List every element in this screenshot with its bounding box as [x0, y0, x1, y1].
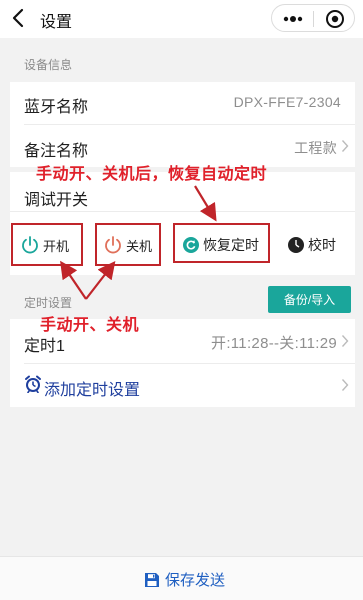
- arrow-to-restore-timer: [194, 185, 217, 222]
- annotation-text-top: 手动开、关机后，恢复自动定时: [36, 166, 268, 183]
- annotation-text-bottom: 手动开、关机: [40, 317, 140, 334]
- save-send-label: 保存发送: [165, 572, 226, 589]
- arrow-to-power-on: [60, 260, 87, 300]
- save-icon: [145, 572, 159, 587]
- save-send-button[interactable]: 保存发送: [144, 569, 225, 590]
- bottom-action-bar: 保存发送: [0, 556, 363, 600]
- arrow-to-power-off: [85, 261, 116, 300]
- annotation-arrows: [60, 185, 217, 300]
